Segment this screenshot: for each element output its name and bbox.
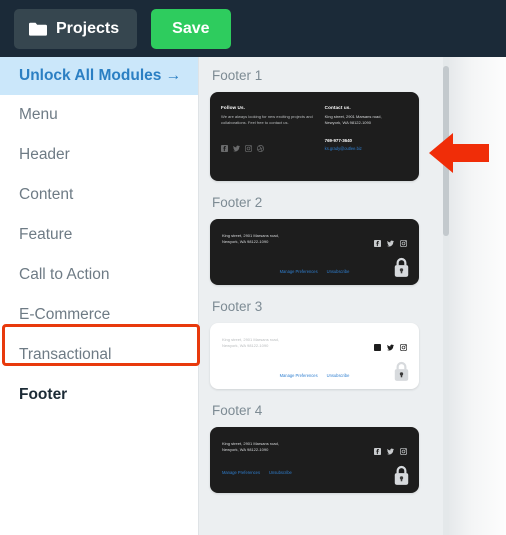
address-line-2: Newyork, WA 98122-1090: [222, 239, 269, 245]
module-block: Footer 3 King street, 2901 Marsans road, N…: [210, 299, 437, 389]
contact-address-line-2: Newyork, WA 98122-1090: [324, 120, 371, 126]
app-root: Projects Save Unlock All Modules → Menu He…: [0, 0, 506, 535]
instagram-icon[interactable]: [399, 234, 408, 248]
footer-link[interactable]: Unsubscribe: [269, 470, 292, 475]
follow-body: We are always looking for new exciting p…: [221, 114, 313, 126]
module-block-title: Footer 1: [212, 68, 263, 83]
sidebar-item-unlock-all-modules[interactable]: Unlock All Modules →: [0, 57, 198, 95]
module-block-title: Footer 4: [212, 403, 263, 418]
contact-heading: Contact us.: [324, 105, 351, 110]
lock-icon: [393, 465, 410, 486]
facebook-icon[interactable]: [374, 338, 381, 351]
module-preview-card[interactable]: King street, 2901 Marsans road, Newyork, …: [210, 427, 419, 493]
address-line-2: Newyork, WA 98122-1090: [222, 343, 269, 349]
facebook-icon[interactable]: [221, 145, 228, 153]
facebook-icon[interactable]: [374, 442, 381, 455]
top-toolbar: Projects Save: [0, 0, 506, 57]
sidebar-item-label: Content: [19, 186, 74, 203]
footer-link[interactable]: Manage Preferences: [280, 269, 318, 274]
projects-button[interactable]: Projects: [14, 8, 138, 49]
social-icon-row: [374, 337, 408, 352]
sidebar-item-footer[interactable]: Footer: [0, 375, 198, 415]
sidebar-item-label: Header: [19, 146, 70, 163]
lock-icon: [393, 361, 410, 382]
sidebar-item-label: Unlock All Modules →: [19, 67, 182, 84]
projects-button-label: Projects: [56, 19, 120, 37]
footer-link[interactable]: Manage Preferences: [222, 470, 260, 475]
twitter-icon[interactable]: [387, 234, 394, 247]
contact-phone: 769-977-3640: [324, 138, 352, 144]
twitter-icon[interactable]: [387, 338, 394, 351]
sidebar-item-menu[interactable]: Menu: [0, 95, 198, 135]
twitter-icon[interactable]: [387, 442, 394, 455]
address-line-2: Newyork, WA 98122-1090: [222, 447, 269, 453]
left-arrow-annotation: [427, 129, 495, 177]
footer-link[interactable]: Unsubscribe: [327, 269, 350, 274]
sidebar-item-e-commerce[interactable]: E-Commerce: [0, 295, 198, 335]
sidebar-item-header[interactable]: Header: [0, 135, 198, 175]
sidebar-item-label: Call to Action: [19, 266, 110, 283]
module-block: Footer 1 Follow Us. We are always looking …: [210, 68, 437, 181]
sidebar-item-transactional[interactable]: Transactional: [0, 335, 198, 375]
footer-links: Manage Preferences Unsubscribe: [222, 470, 292, 475]
sidebar-item-label: Feature: [19, 226, 73, 243]
sidebar-item-feature[interactable]: Feature: [0, 215, 198, 255]
sidebar-nav: Unlock All Modules → Menu Header Content Fea…: [0, 57, 199, 535]
footer-link[interactable]: Unsubscribe: [327, 373, 350, 378]
module-preview-card[interactable]: King street, 2901 Marsans road, Newyork, …: [210, 219, 419, 285]
footer-link[interactable]: Manage Preferences: [280, 373, 318, 378]
sidebar-item-label: Footer: [19, 386, 68, 403]
sidebar-item-call-to-action[interactable]: Call to Action: [0, 255, 198, 295]
module-block-title: Footer 2: [212, 195, 263, 210]
sidebar-item-label: Transactional: [19, 346, 112, 363]
instagram-icon[interactable]: [399, 338, 408, 352]
module-block: Footer 4 King street, 2901 Marsans road, N…: [210, 403, 437, 493]
module-preview-card[interactable]: Follow Us. We are always looking for new …: [210, 92, 419, 181]
footer-links: Manage Preferences Unsubscribe: [210, 269, 419, 274]
instagram-icon[interactable]: [245, 145, 252, 153]
dribbble-icon[interactable]: [257, 145, 264, 153]
module-preview-panel: Footer 1 Follow Us. We are always looking …: [199, 57, 449, 535]
follow-heading: Follow Us.: [221, 105, 245, 110]
sidebar-item-label: Menu: [19, 106, 58, 123]
save-button[interactable]: Save: [151, 8, 231, 49]
social-icon-row: [374, 233, 408, 248]
facebook-icon[interactable]: [374, 234, 381, 247]
footer-links: Manage Preferences Unsubscribe: [210, 373, 419, 378]
lock-icon: [393, 257, 410, 278]
module-block: Footer 2 King street, 2901 Marsans road, N…: [210, 195, 437, 285]
sidebar-item-content[interactable]: Content: [0, 175, 198, 215]
contact-email-link[interactable]: ks.grady@outlee.biz: [325, 146, 408, 151]
module-block-title: Footer 3: [212, 299, 263, 314]
folder-icon: [29, 22, 47, 36]
sidebar-item-label: E-Commerce: [19, 306, 111, 323]
social-icon-row: [221, 145, 320, 153]
social-icon-row: [374, 441, 408, 456]
twitter-icon[interactable]: [233, 145, 240, 152]
instagram-icon[interactable]: [399, 442, 408, 456]
module-preview-card[interactable]: King street, 2901 Marsans road, Newyork, …: [210, 323, 419, 389]
